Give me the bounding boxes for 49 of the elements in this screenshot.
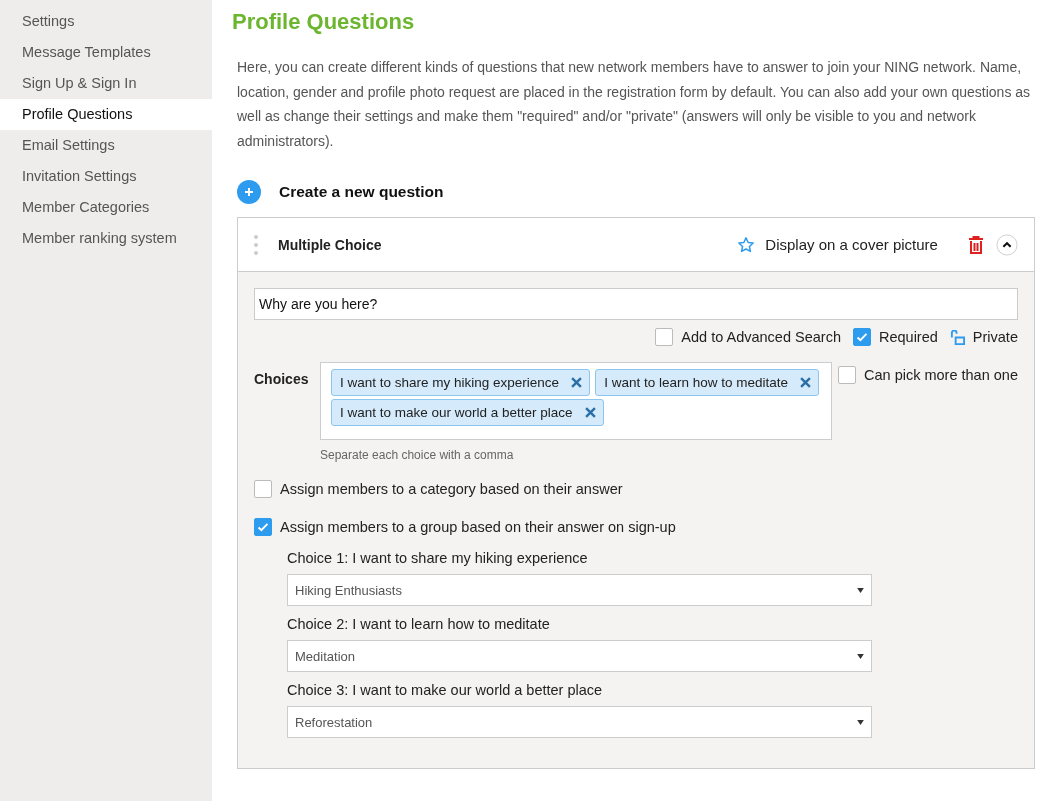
delete-icon[interactable]: [967, 235, 984, 254]
option-label: Can pick more than one: [864, 367, 1018, 383]
question-input[interactable]: Why are you here?: [254, 288, 1018, 320]
checkbox[interactable]: [838, 366, 856, 384]
caret-icon: [857, 587, 864, 593]
option-label: Assign members to a category based on their answer: [280, 481, 623, 497]
sidebar-item[interactable]: Sign Up & Sign In: [0, 68, 212, 99]
checkbox[interactable]: [655, 328, 674, 346]
option-label: Required: [878, 329, 938, 345]
checkbox[interactable]: [852, 328, 871, 346]
question-type: Multiple Choice: [278, 236, 382, 253]
sidebar-item[interactable]: Settings: [0, 6, 212, 37]
sidebar-item[interactable]: Invitation Settings: [0, 161, 212, 192]
mapping-label: Choice 3: I want to make our world a better place: [287, 682, 604, 698]
mapping-label: Choice 1: I want to share my hiking experience: [287, 550, 589, 566]
remove-icon[interactable]: [584, 407, 596, 418]
sidebar-item[interactable]: Message Templates: [0, 37, 212, 68]
caret-icon: [857, 719, 864, 725]
unlocked-icon[interactable]: [949, 329, 965, 345]
option-label: Private: [972, 329, 1018, 345]
group-dropdown[interactable]: Reforestation: [287, 706, 872, 738]
sidebar-item[interactable]: Email Settings: [0, 130, 212, 161]
choice-tag: I want to share my hiking experience: [331, 369, 591, 396]
sidebar-item[interactable]: Member Categories: [0, 192, 212, 223]
create-question-label[interactable]: Create a new question: [279, 183, 444, 201]
choice-tag: I want to learn how to meditate: [595, 369, 819, 396]
collapse-icon[interactable]: [995, 233, 1018, 256]
mapping-label: Choice 2: I want to learn how to meditate: [287, 616, 551, 632]
drag-handle-icon[interactable]: [254, 234, 258, 255]
page-title: Profile Questions: [232, 9, 416, 35]
star-icon[interactable]: [737, 235, 756, 254]
caret-icon: [857, 653, 864, 659]
sidebar-item[interactable]: Member ranking system: [0, 223, 212, 254]
checkbox[interactable]: [254, 480, 272, 498]
group-dropdown[interactable]: Hiking Enthusiasts: [287, 574, 872, 606]
option-label: Add to Advanced Search: [681, 329, 841, 345]
choices-hint: Separate each choice with a comma: [320, 448, 515, 462]
option-label: Assign members to a group based on their answer on sign-up: [280, 519, 676, 535]
group-dropdown[interactable]: Meditation: [287, 640, 872, 672]
choice-tag: I want to make our world a better place: [331, 399, 604, 426]
choices-field[interactable]: I want to share my hiking experience I want to learn how to meditate I want to make our world a better place: [320, 362, 832, 440]
checkbox[interactable]: [254, 518, 272, 536]
sidebar-item[interactable]: Profile Questions: [0, 99, 212, 130]
remove-icon[interactable]: [571, 377, 583, 388]
cover-picture-label[interactable]: Display on a cover picture: [765, 236, 938, 253]
remove-icon[interactable]: [800, 377, 811, 388]
add-icon[interactable]: [237, 180, 261, 204]
description-text: Here, you can create different kinds of questions that new network members have to answer to join your NING network. Name, location, gender and profile photo request are placed in the registration form by default. You can also add your own questions as well as change their settings and make them "required" and/or "private" (answers will only be visible to you and network administrators).: [237, 58, 1032, 151]
choices-label: Choices: [254, 371, 310, 389]
